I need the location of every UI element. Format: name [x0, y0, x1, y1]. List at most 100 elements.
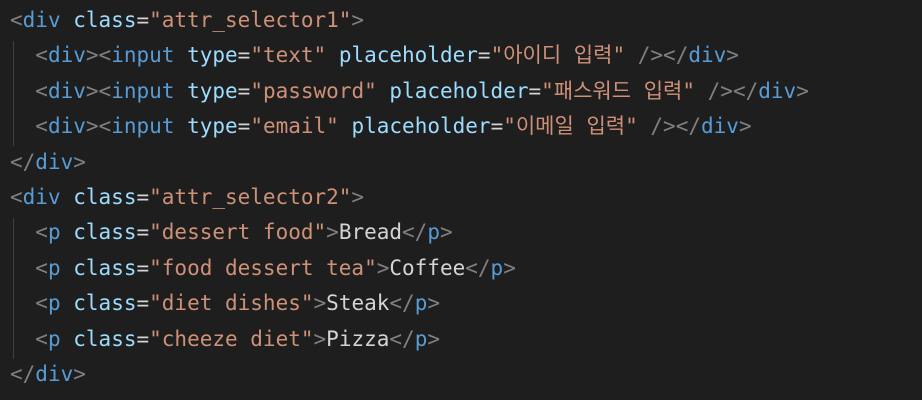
code-line[interactable]: <div><input type="text" placeholder="아이디… — [10, 37, 739, 73]
bracket-token: > — [326, 220, 339, 245]
text-token: = — [136, 185, 150, 209]
bracket-token: > — [427, 326, 440, 351]
text-token: Steak — [326, 291, 390, 316]
text-token: = — [477, 43, 491, 68]
attribute-name-token: placeholder — [351, 114, 491, 139]
bracket-token: > — [73, 149, 86, 174]
attribute-name-token: class — [73, 185, 137, 209]
tag-name-token: p — [414, 291, 428, 316]
text-token: = — [136, 255, 150, 280]
attribute-name-token: class — [73, 291, 137, 316]
bracket-token: < — [98, 43, 112, 68]
bracket-token: > — [738, 114, 752, 139]
tag-name-token: div — [47, 114, 86, 139]
bracket-token: </ — [402, 220, 428, 245]
bracket-token: > — [503, 255, 516, 280]
code-line[interactable]: <div><input type="email" placeholder="이메… — [10, 108, 752, 144]
code-line[interactable]: <div><input type="password" placeholder=… — [10, 73, 809, 109]
code-line[interactable]: <div class="attr_selector2"> — [10, 179, 364, 215]
text-token: Bread — [338, 220, 403, 245]
bracket-token: < — [35, 326, 48, 351]
text-token: Coffee — [389, 255, 466, 280]
bracket-token: < — [10, 8, 23, 32]
bracket-token: < — [35, 220, 48, 245]
string-token: "attr_selector1" — [149, 8, 352, 32]
text-token: = — [237, 114, 251, 139]
attribute-name-token: type — [187, 78, 238, 103]
string-token: "cheeze diet" — [149, 326, 314, 351]
tag-name-token: div — [35, 149, 74, 174]
string-token: "password" — [250, 78, 377, 103]
attribute-name-token: class — [73, 220, 137, 245]
bracket-token: < — [35, 78, 48, 103]
tag-name-token: div — [47, 43, 86, 68]
code-line[interactable]: </div> — [10, 356, 86, 392]
bracket-token: > — [376, 255, 390, 280]
bracket-token: > — [85, 78, 99, 103]
bracket-token: > — [85, 43, 99, 68]
bracket-token: < — [35, 114, 48, 139]
string-token: "food dessert tea" — [149, 255, 377, 280]
tag-name-token: p — [490, 255, 504, 280]
bracket-token: </ — [663, 43, 689, 68]
code-line[interactable]: <p class="food dessert tea">Coffee</p> — [10, 250, 516, 286]
bracket-token: > — [351, 185, 365, 209]
tag-name-token: input — [111, 43, 175, 68]
string-token: "아이디 입력" — [490, 43, 626, 68]
attribute-name-token: class — [73, 326, 137, 351]
bracket-token: > — [796, 78, 809, 103]
bracket-token: > — [313, 291, 327, 316]
code-line[interactable]: </div> — [10, 144, 86, 180]
attribute-name-token: type — [187, 114, 238, 139]
code-line[interactable]: <p class="cheeze diet">Pizza</p> — [10, 321, 440, 357]
text-token: = — [528, 78, 542, 103]
bracket-token: > — [351, 8, 365, 32]
text-token: Pizza — [326, 326, 390, 351]
text-token: = — [136, 291, 150, 316]
tag-name-token: div — [22, 8, 61, 32]
bracket-token: < — [35, 291, 48, 316]
text-token: = — [136, 220, 150, 245]
bracket-token: < — [35, 43, 48, 68]
bracket-token: /> — [637, 43, 664, 68]
string-token: "attr_selector2" — [149, 185, 352, 209]
string-token: "이메일 입력" — [503, 114, 638, 139]
bracket-token: > — [73, 362, 86, 386]
bracket-token: </ — [675, 114, 701, 139]
code-editor[interactable]: <div class="attr_selector1"> <div><input… — [0, 0, 922, 400]
tag-name-token: div — [758, 78, 797, 103]
tag-name-token: p — [47, 255, 61, 280]
code-line[interactable]: <div class="attr_selector1"> — [10, 2, 364, 38]
attribute-name-token: placeholder — [338, 43, 478, 68]
code-line[interactable]: <p class="diet dishes">Steak</p> — [10, 285, 440, 321]
string-token: "dessert food" — [149, 220, 327, 245]
bracket-token: > — [726, 43, 739, 68]
code-line[interactable]: <p class="dessert food">Bread</p> — [10, 214, 452, 250]
tag-name-token: input — [111, 78, 175, 103]
bracket-token: </ — [732, 78, 759, 103]
bracket-token: </ — [465, 255, 491, 280]
tag-name-token: div — [47, 78, 86, 103]
tag-name-token: input — [111, 114, 175, 139]
text-token: = — [136, 8, 150, 32]
bracket-token: </ — [10, 149, 36, 174]
bracket-token: > — [313, 326, 327, 351]
attribute-name-token: class — [73, 255, 137, 280]
string-token: "diet dishes" — [149, 291, 314, 316]
text-token: = — [237, 78, 251, 103]
